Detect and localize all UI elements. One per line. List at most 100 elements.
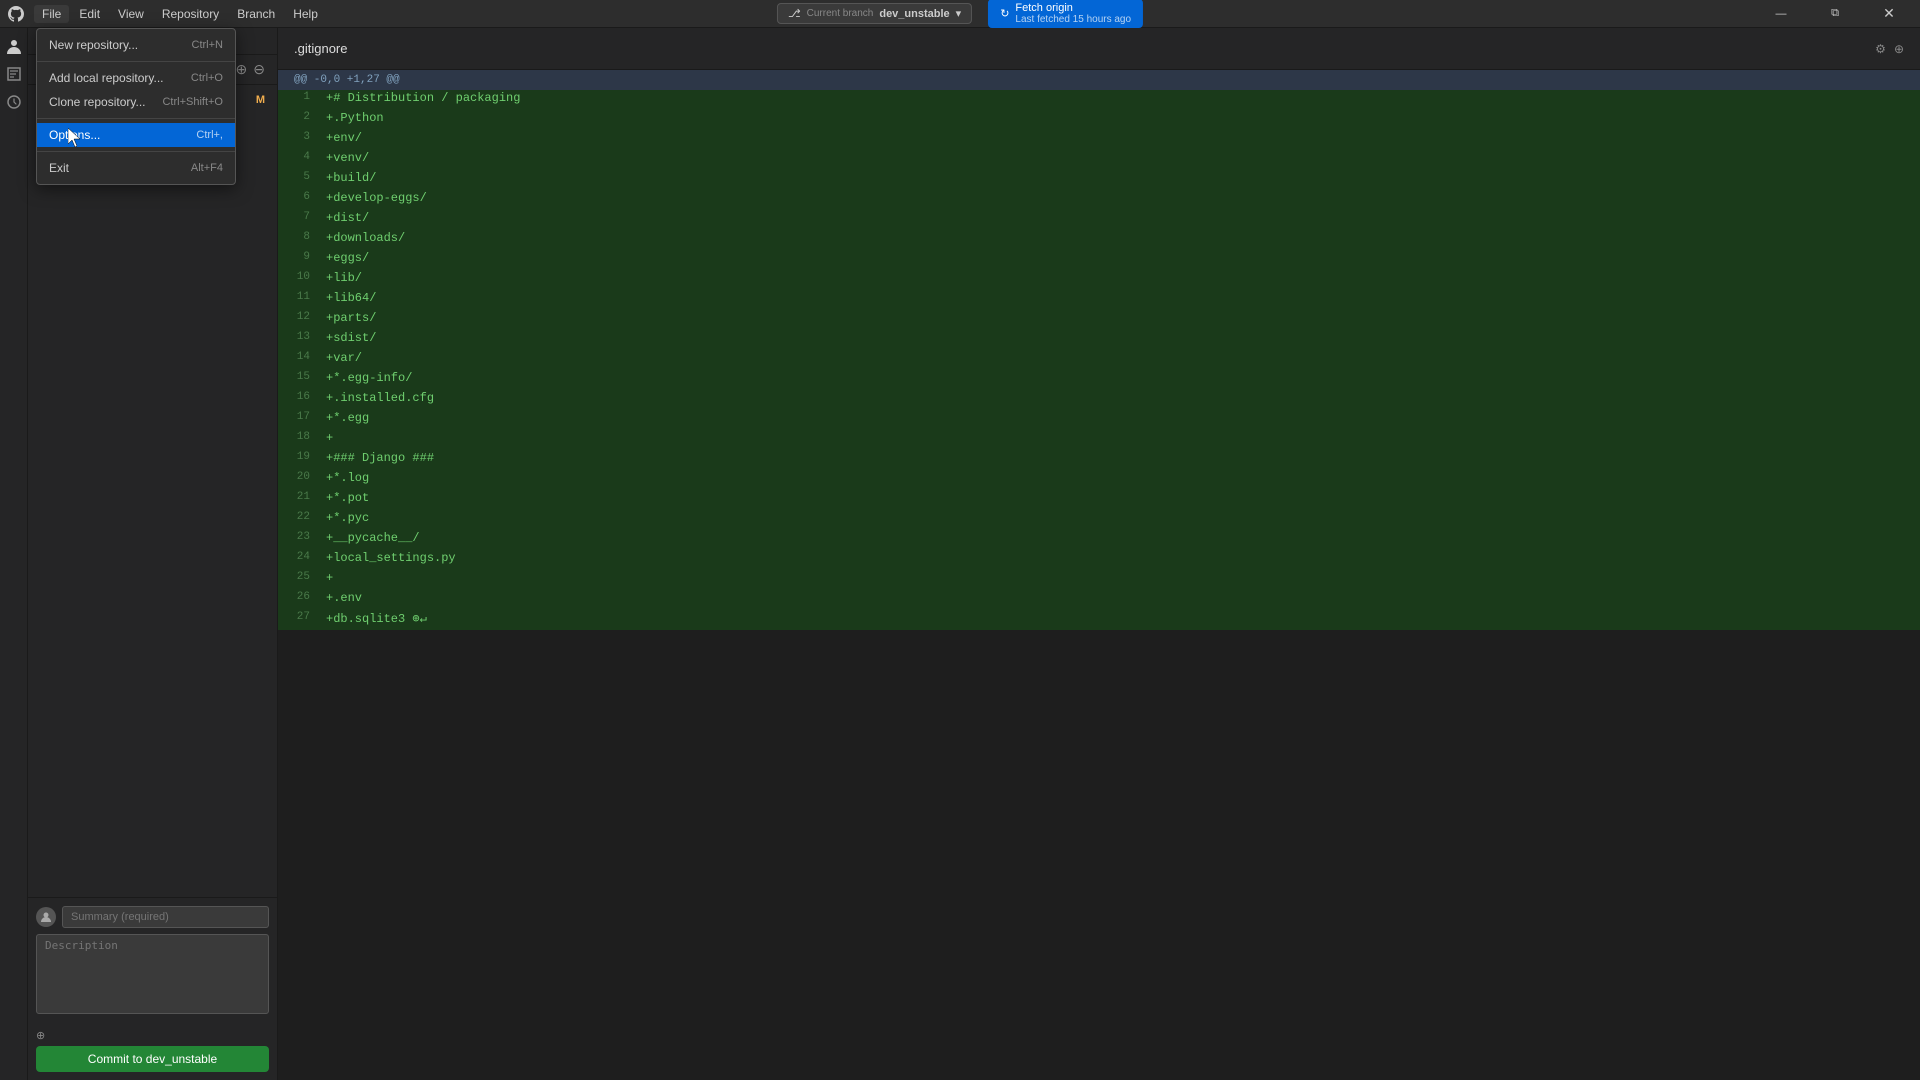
menu-bar: File Edit View Repository Branch Help [34, 5, 326, 23]
diff-line: 8+downloads/ [278, 230, 1920, 250]
diff-line: 22+*.pyc [278, 510, 1920, 530]
branch-dropdown-icon: ▾ [956, 7, 962, 20]
diff-line: 26+.env [278, 590, 1920, 610]
diff-line: 5+build/ [278, 170, 1920, 190]
diff-line: 15+*.egg-info/ [278, 370, 1920, 390]
diff-line: 19+### Django ### [278, 450, 1920, 470]
branch-selector[interactable]: ⎇ Current branch dev_unstable ▾ [777, 3, 972, 24]
menu-item-new-repo-shortcut: Ctrl+N [192, 39, 223, 51]
menu-item-options[interactable]: Options... Ctrl+, [37, 123, 235, 147]
diff-line-number: 9 [278, 250, 318, 270]
diff-line: 27+db.sqlite3 ⊕↵ [278, 610, 1920, 630]
sidebar-icon-changes[interactable] [4, 64, 24, 84]
diff-line-number: 13 [278, 330, 318, 350]
diff-line: 20+*.log [278, 470, 1920, 490]
menu-item-add-local-shortcut: Ctrl+O [191, 72, 223, 84]
menu-item-exit-label: Exit [49, 161, 69, 175]
diff-line-content: +eggs/ [318, 250, 1920, 270]
menu-repository[interactable]: Repository [154, 5, 227, 23]
file-dropdown-menu: New repository... Ctrl+N Add local repos… [36, 28, 236, 185]
diff-line-content: + [318, 430, 1920, 450]
main-layout: Changes History 1 changed files ⊕ ⊖ ✓ 📄 … [0, 28, 1920, 1080]
sidebar-icon-profile[interactable] [4, 36, 24, 56]
menu-item-new-repo[interactable]: New repository... Ctrl+N [37, 33, 235, 57]
diff-line-content: +### Django ### [318, 450, 1920, 470]
commit-description-input[interactable] [36, 934, 269, 1014]
diff-line-content: +downloads/ [318, 230, 1920, 250]
diff-line-content: +*.pot [318, 490, 1920, 510]
diff-line-number: 10 [278, 270, 318, 290]
commit-area: ⊕ Commit to dev_unstable [28, 897, 277, 1080]
diff-line-number: 17 [278, 410, 318, 430]
diff-line: 3+env/ [278, 130, 1920, 150]
menu-branch[interactable]: Branch [229, 5, 283, 23]
diff-line: 13+sdist/ [278, 330, 1920, 350]
diff-line: 25+ [278, 570, 1920, 590]
diff-view: @@ -0,0 +1,27 @@ 1+# Distribution / pack… [278, 70, 1920, 1080]
branch-icon: ⎇ [788, 7, 801, 20]
add-coauthor-button[interactable]: ⊕ [36, 1025, 269, 1046]
expand-icon[interactable]: ⊕ [1894, 42, 1904, 56]
diff-line: 12+parts/ [278, 310, 1920, 330]
diff-line-content: +var/ [318, 350, 1920, 370]
diff-line-content: +develop-eggs/ [318, 190, 1920, 210]
diff-line: 16+.installed.cfg [278, 390, 1920, 410]
diff-line-number: 23 [278, 530, 318, 550]
menu-item-options-shortcut: Ctrl+, [196, 129, 223, 141]
fetch-icon: ↻ [1000, 7, 1009, 20]
menu-item-exit[interactable]: Exit Alt+F4 [37, 156, 235, 180]
diff-line: 2+.Python [278, 110, 1920, 130]
commit-summary-row [36, 906, 269, 928]
diff-line-number: 19 [278, 450, 318, 470]
diff-line: 9+eggs/ [278, 250, 1920, 270]
commit-summary-input[interactable] [62, 906, 269, 928]
commit-button[interactable]: Commit to dev_unstable [36, 1046, 269, 1072]
diff-line-number: 7 [278, 210, 318, 230]
branch-name: dev_unstable [879, 8, 949, 20]
sidebar-icon-history[interactable] [4, 92, 24, 112]
diff-line-number: 16 [278, 390, 318, 410]
refresh-icon[interactable]: ⊕ [236, 61, 248, 78]
menu-help[interactable]: Help [285, 5, 326, 23]
diff-line: 24+local_settings.py [278, 550, 1920, 570]
menu-edit[interactable]: Edit [71, 5, 108, 23]
menu-separator-1 [37, 61, 235, 62]
diff-line-content: +*.log [318, 470, 1920, 490]
diff-line: 23+__pycache__/ [278, 530, 1920, 550]
diff-line-content: +# Distribution / packaging [318, 90, 1920, 110]
file-panel: Changes History 1 changed files ⊕ ⊖ ✓ 📄 … [28, 28, 278, 1080]
menu-view[interactable]: View [110, 5, 152, 23]
menu-item-add-local[interactable]: Add local repository... Ctrl+O [37, 66, 235, 90]
menu-item-new-repo-label: New repository... [49, 38, 138, 52]
diff-line-content: +parts/ [318, 310, 1920, 330]
close-button[interactable]: ✕ [1866, 0, 1912, 28]
diff-line-number: 22 [278, 510, 318, 530]
menu-item-clone[interactable]: Clone repository... Ctrl+Shift+O [37, 90, 235, 114]
fetch-sublabel: Last fetched 15 hours ago [1015, 14, 1131, 25]
diff-line-content: +lib64/ [318, 290, 1920, 310]
diff-line-number: 25 [278, 570, 318, 590]
diff-line: 11+lib64/ [278, 290, 1920, 310]
settings-icon[interactable]: ⚙ [1875, 42, 1886, 56]
diff-line-content: +dist/ [318, 210, 1920, 230]
diff-line-number: 5 [278, 170, 318, 190]
diff-line: 18+ [278, 430, 1920, 450]
restore-button[interactable]: ⧉ [1812, 0, 1858, 28]
diff-line: 21+*.pot [278, 490, 1920, 510]
diff-line: 7+dist/ [278, 210, 1920, 230]
menu-item-add-local-label: Add local repository... [49, 71, 164, 85]
diff-line-number: 2 [278, 110, 318, 130]
menu-separator-2 [37, 118, 235, 119]
diff-line: 4+venv/ [278, 150, 1920, 170]
fetch-origin-button[interactable]: ↻ Fetch origin Last fetched 15 hours ago [988, 0, 1143, 28]
coauthor-icon: ⊕ [36, 1029, 45, 1042]
diff-line-number: 20 [278, 470, 318, 490]
diff-line-content: +.env [318, 590, 1920, 610]
menu-file[interactable]: File [34, 5, 69, 23]
diff-filename: .gitignore [294, 41, 347, 56]
diff-line-number: 3 [278, 130, 318, 150]
title-bar-center: ⎇ Current branch dev_unstable ▾ ↻ Fetch … [777, 0, 1143, 28]
diff-line-content: +*.pyc [318, 510, 1920, 530]
minimize-button[interactable]: — [1758, 0, 1804, 28]
stash-icon[interactable]: ⊖ [253, 61, 265, 78]
